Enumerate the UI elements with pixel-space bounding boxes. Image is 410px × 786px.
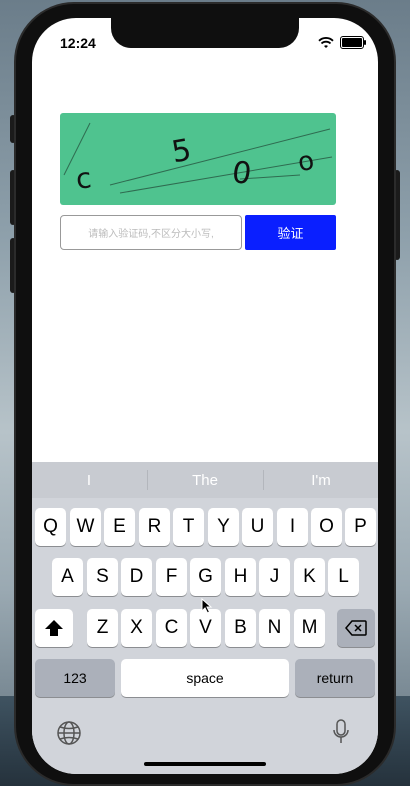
status-time: 12:24: [60, 35, 96, 51]
key-q[interactable]: Q: [35, 508, 66, 546]
space-key[interactable]: space: [121, 659, 289, 697]
side-button-right: [394, 170, 400, 260]
backspace-key[interactable]: [337, 609, 375, 647]
predictive-text-bar: I The I'm: [32, 462, 378, 498]
key-g[interactable]: G: [190, 558, 221, 596]
key-j[interactable]: J: [259, 558, 290, 596]
key-t[interactable]: T: [173, 508, 204, 546]
prediction-1[interactable]: I: [32, 462, 146, 498]
phone-frame: 12:24 c 5 0 o 请输入验证码,不区分大小写, 验证 I The I'…: [16, 4, 394, 784]
key-z[interactable]: Z: [87, 609, 118, 647]
phone-screen: 12:24 c 5 0 o 请输入验证码,不区分大小写, 验证 I The I'…: [32, 18, 378, 774]
verify-button-label: 验证: [277, 226, 304, 241]
key-k[interactable]: K: [294, 558, 325, 596]
key-a[interactable]: A: [52, 558, 83, 596]
captcha-noise-lines: [63, 122, 333, 194]
return-key[interactable]: return: [295, 659, 375, 697]
key-y[interactable]: Y: [208, 508, 239, 546]
key-n[interactable]: N: [259, 609, 290, 647]
key-m[interactable]: M: [294, 609, 325, 647]
prediction-2[interactable]: The: [148, 462, 262, 498]
key-i[interactable]: I: [277, 508, 308, 546]
key-d[interactable]: D: [121, 558, 152, 596]
key-f[interactable]: F: [156, 558, 187, 596]
backspace-icon: [345, 620, 367, 636]
captcha-image[interactable]: c 5 0 o: [60, 113, 336, 205]
microphone-icon[interactable]: [332, 718, 350, 746]
shift-key[interactable]: [35, 609, 73, 647]
key-c[interactable]: C: [156, 609, 187, 647]
key-e[interactable]: E: [104, 508, 135, 546]
wifi-icon: [318, 36, 334, 48]
key-x[interactable]: X: [121, 609, 152, 647]
key-w[interactable]: W: [70, 508, 101, 546]
notch: [111, 18, 299, 48]
status-icons: [318, 36, 366, 49]
captcha-code-placeholder: 请输入验证码,不区分大小写,: [88, 229, 214, 240]
captcha-code-input[interactable]: 请输入验证码,不区分大小写,: [60, 215, 242, 250]
prediction-3[interactable]: I'm: [264, 462, 378, 498]
globe-icon[interactable]: [56, 720, 82, 746]
mouse-cursor-icon: [201, 598, 213, 614]
key-o[interactable]: O: [311, 508, 342, 546]
key-h[interactable]: H: [225, 558, 256, 596]
verify-button[interactable]: 验证: [245, 215, 336, 250]
numbers-key[interactable]: 123: [35, 659, 115, 697]
key-v[interactable]: V: [190, 609, 221, 647]
shift-icon: [45, 620, 63, 636]
key-r[interactable]: R: [139, 508, 170, 546]
key-u[interactable]: U: [242, 508, 273, 546]
home-indicator[interactable]: [144, 762, 266, 766]
key-b[interactable]: B: [225, 609, 256, 647]
keyboard: I The I'm Q W E R T Y U I O P A S D F G …: [32, 462, 378, 774]
key-s[interactable]: S: [87, 558, 118, 596]
battery-icon: [340, 36, 366, 49]
key-l[interactable]: L: [328, 558, 359, 596]
captcha-char-1: c: [74, 161, 94, 196]
key-p[interactable]: P: [345, 508, 376, 546]
